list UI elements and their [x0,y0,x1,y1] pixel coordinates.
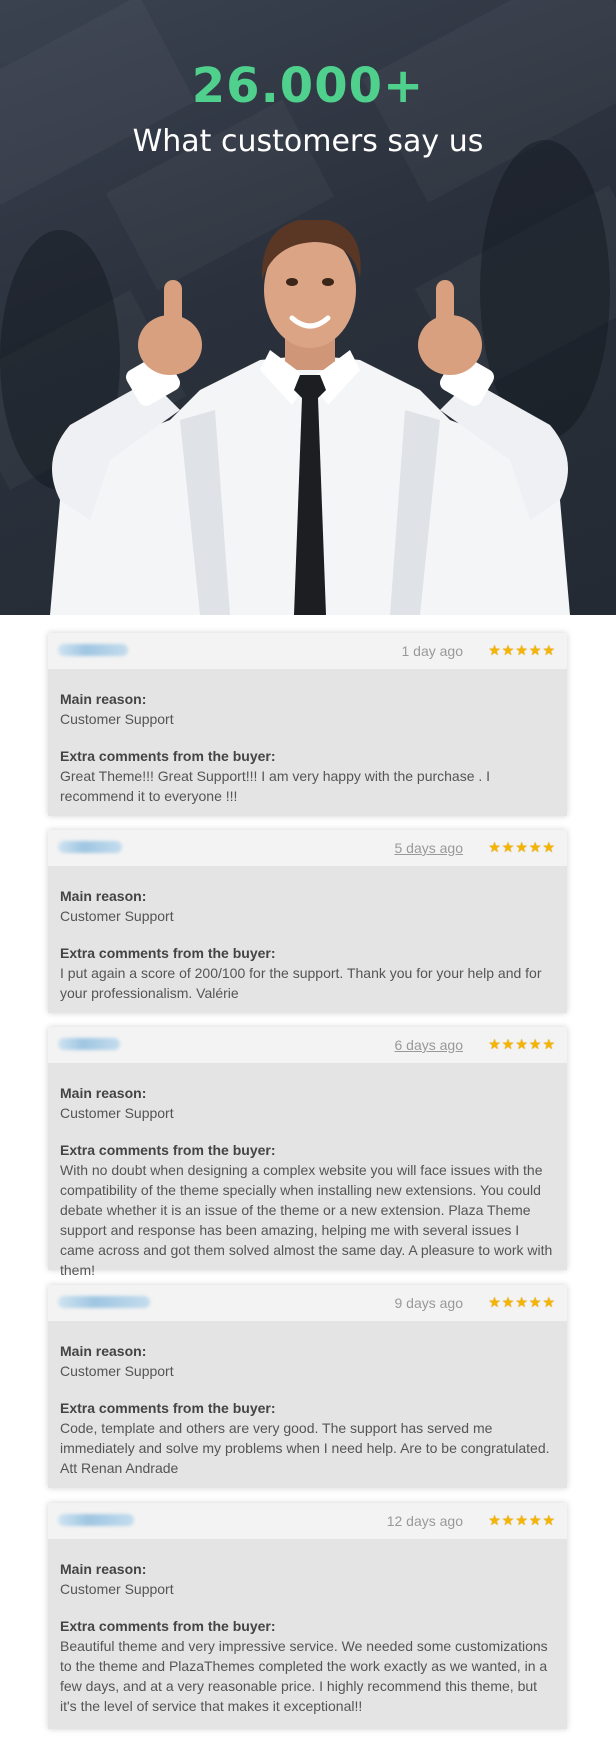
star-icon: ★ [542,1036,555,1052]
blurred-username [58,1038,120,1050]
review-date-link[interactable]: 5 days ago [395,840,464,856]
review-date-link[interactable]: 6 days ago [395,1037,464,1053]
review-card: 9 days ago ★ ★ ★ ★ ★ Main reason: Customer S… [48,1285,567,1488]
extra-comments-label: Extra comments from the buyer: [60,1618,276,1634]
blurred-username [58,1514,134,1526]
review-date: 12 days ago [386,1513,463,1529]
star-icon: ★ [542,839,555,855]
star-icon: ★ [488,1294,501,1310]
main-reason-value: Customer Support [60,1581,174,1597]
customers-subhead: What customers say us [132,124,484,159]
main-reason-value: Customer Support [60,1105,174,1121]
review-header: 1 day ago ★ ★ ★ ★ ★ [48,633,567,669]
review-header: 12 days ago ★ ★ ★ ★ ★ [48,1503,567,1539]
star-icon: ★ [488,1512,501,1528]
blurred-username [58,644,128,656]
review-card: 6 days ago ★ ★ ★ ★ ★ Main reason: Customer S… [48,1027,567,1278]
review-header: 5 days ago ★ ★ ★ ★ ★ [48,830,567,866]
star-icon: ★ [528,642,542,658]
star-icon: ★ [501,839,515,855]
extra-comments-label: Extra comments from the buyer: [60,748,276,764]
main-reason-label: Main reason: [60,888,147,904]
thumbs-up-man-image [50,220,570,615]
rating-stars: ★ ★ ★ ★ ★ [488,840,555,855]
extra-comments-text: With no doubt when designing a complex w… [60,1162,553,1278]
main-reason-label: Main reason: [60,691,147,707]
review-card: 12 days ago ★ ★ ★ ★ ★ Main reason: Customer … [48,1503,567,1729]
star-icon: ★ [542,642,555,658]
star-icon: ★ [501,1036,515,1052]
star-icon: ★ [528,1294,542,1310]
review-date: 9 days ago [394,1295,464,1311]
star-icon: ★ [515,839,528,855]
star-icon: ★ [501,1294,515,1310]
blurred-username [58,1296,150,1308]
customer-count-headline: 26.000+ [191,58,425,114]
review-body: Main reason: Customer Support Extra comm… [48,1321,567,1490]
main-reason-label: Main reason: [60,1085,147,1101]
rating-stars: ★ ★ ★ ★ ★ [488,1295,555,1310]
extra-comments-text: Great Theme!!! Great Support!!! I am ver… [60,768,491,804]
review-card: 5 days ago ★ ★ ★ ★ ★ Main reason: Customer S… [48,830,567,1013]
review-body: Main reason: Customer Support Extra comm… [48,669,567,818]
star-icon: ★ [542,1512,555,1528]
star-icon: ★ [528,1512,542,1528]
main-reason-value: Customer Support [60,1363,174,1379]
star-icon: ★ [501,642,515,658]
star-icon: ★ [488,839,501,855]
rating-stars: ★ ★ ★ ★ ★ [488,1513,555,1528]
star-icon: ★ [542,1294,555,1310]
main-reason-value: Customer Support [60,908,174,924]
rating-stars: ★ ★ ★ ★ ★ [488,643,555,658]
review-body: Main reason: Customer Support Extra comm… [48,866,567,1015]
star-icon: ★ [528,1036,542,1052]
extra-comments-text: Beautiful theme and very impressive serv… [60,1638,548,1714]
extra-comments-label: Extra comments from the buyer: [60,945,276,961]
star-icon: ★ [515,642,528,658]
star-icon: ★ [528,839,542,855]
extra-comments-label: Extra comments from the buyer: [60,1400,276,1416]
star-icon: ★ [488,642,501,658]
blurred-username [58,841,122,853]
star-icon: ★ [515,1294,528,1310]
main-reason-label: Main reason: [60,1561,147,1577]
rating-stars: ★ ★ ★ ★ ★ [488,1037,555,1052]
review-body: Main reason: Customer Support Extra comm… [48,1539,567,1728]
main-reason-value: Customer Support [60,711,174,727]
review-card: 1 day ago ★ ★ ★ ★ ★ Main reason: Customer Su… [48,633,567,816]
star-icon: ★ [515,1036,528,1052]
star-icon: ★ [515,1512,528,1528]
hero-banner: 26.000+ What customers say us [0,0,616,615]
review-header: 9 days ago ★ ★ ★ ★ ★ [48,1285,567,1321]
main-reason-label: Main reason: [60,1343,147,1359]
extra-comments-text: Code, template and others are very good.… [60,1420,550,1476]
star-icon: ★ [488,1036,501,1052]
review-date: 1 day ago [401,643,464,659]
review-header: 6 days ago ★ ★ ★ ★ ★ [48,1027,567,1063]
review-body: Main reason: Customer Support Extra comm… [48,1063,567,1292]
extra-comments-label: Extra comments from the buyer: [60,1142,276,1158]
extra-comments-text: I put again a score of 200/100 for the s… [60,965,542,1001]
star-icon: ★ [501,1512,515,1528]
